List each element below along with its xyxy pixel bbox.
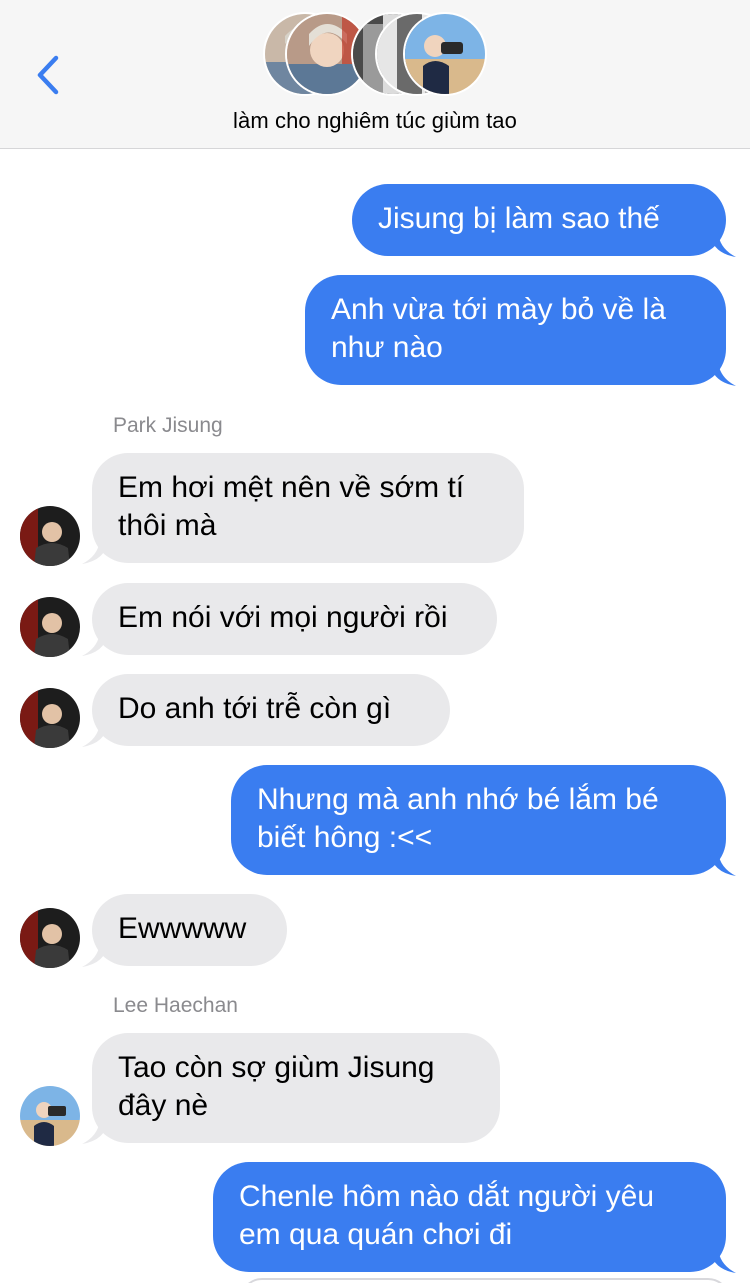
- message-text: Em hơi mệt nên về sớm tí thôi mà: [118, 471, 465, 542]
- sender-name: Park Jisung: [113, 414, 223, 437]
- chevron-left-icon: [37, 55, 59, 95]
- bubble-tail: [82, 723, 108, 747]
- conversation-title[interactable]: làm cho nghiêm túc giùm tao: [0, 108, 750, 134]
- group-avatar-stack[interactable]: [263, 12, 493, 96]
- message-text: Do anh tới trễ còn gì: [118, 692, 392, 725]
- message-bubble-incoming[interactable]: Tao còn sợ giùm Jisung đây nè: [82, 1033, 500, 1144]
- message-text: Tao còn sợ giùm Jisung đây nè: [118, 1051, 435, 1122]
- message-bubble-outgoing[interactable]: Nhưng mà anh nhớ bé lắm bé biết hông :<<: [231, 765, 736, 876]
- message-bubble-incoming[interactable]: Do anh tới trễ còn gì: [82, 674, 450, 747]
- back-button[interactable]: [30, 50, 70, 100]
- sender-avatar[interactable]: [20, 597, 80, 657]
- sender-name: Lee Haechan: [113, 994, 238, 1017]
- message-bubble-outgoing[interactable]: Chenle hôm nào dắt người yêu em qua quán…: [213, 1162, 736, 1273]
- message-text: Anh vừa tới mày bỏ về là như nào: [331, 293, 666, 364]
- message-bubble-incoming[interactable]: Em hơi mệt nên về sớm tí thôi mà: [82, 453, 524, 564]
- bubble-tail: [710, 362, 736, 386]
- message-text: Nhưng mà anh nhớ bé lắm bé biết hông :<<: [257, 783, 659, 854]
- bubble-tail: [82, 1120, 108, 1144]
- bubble-tail: [710, 1249, 736, 1273]
- message-bubble-incoming[interactable]: Ewwwww: [82, 894, 287, 967]
- message-bubble-outgoing[interactable]: Anh vừa tới mày bỏ về là như nào: [305, 275, 736, 386]
- message-text: Chenle hôm nào dắt người yêu em qua quán…: [239, 1180, 655, 1251]
- bubble-tail: [82, 943, 108, 967]
- message-text: Ewwwww: [118, 912, 247, 945]
- message-text: Jisung bị làm sao thế: [378, 202, 660, 235]
- bubble-tail: [82, 632, 108, 656]
- bubble-tail: [82, 540, 108, 564]
- message-text: Em nói với mọi người rồi: [118, 601, 448, 634]
- bubble-tail: [710, 852, 736, 876]
- chat-screen: làm cho nghiêm túc giùm tao Jisung bị là…: [0, 0, 750, 1283]
- sender-avatar[interactable]: [20, 908, 80, 968]
- sender-avatar[interactable]: [20, 1086, 80, 1146]
- message-bubble-outgoing[interactable]: Jisung bị làm sao thế: [352, 184, 736, 257]
- bubble-tail: [710, 233, 736, 257]
- message-bubble-incoming[interactable]: Em nói với mọi người rồi: [82, 583, 497, 656]
- next-message-bubble-partial: [240, 1278, 730, 1283]
- conversation-header: làm cho nghiêm túc giùm tao: [0, 0, 750, 149]
- sender-avatar[interactable]: [20, 506, 80, 566]
- group-member-avatar: [403, 12, 487, 96]
- sender-avatar[interactable]: [20, 688, 80, 748]
